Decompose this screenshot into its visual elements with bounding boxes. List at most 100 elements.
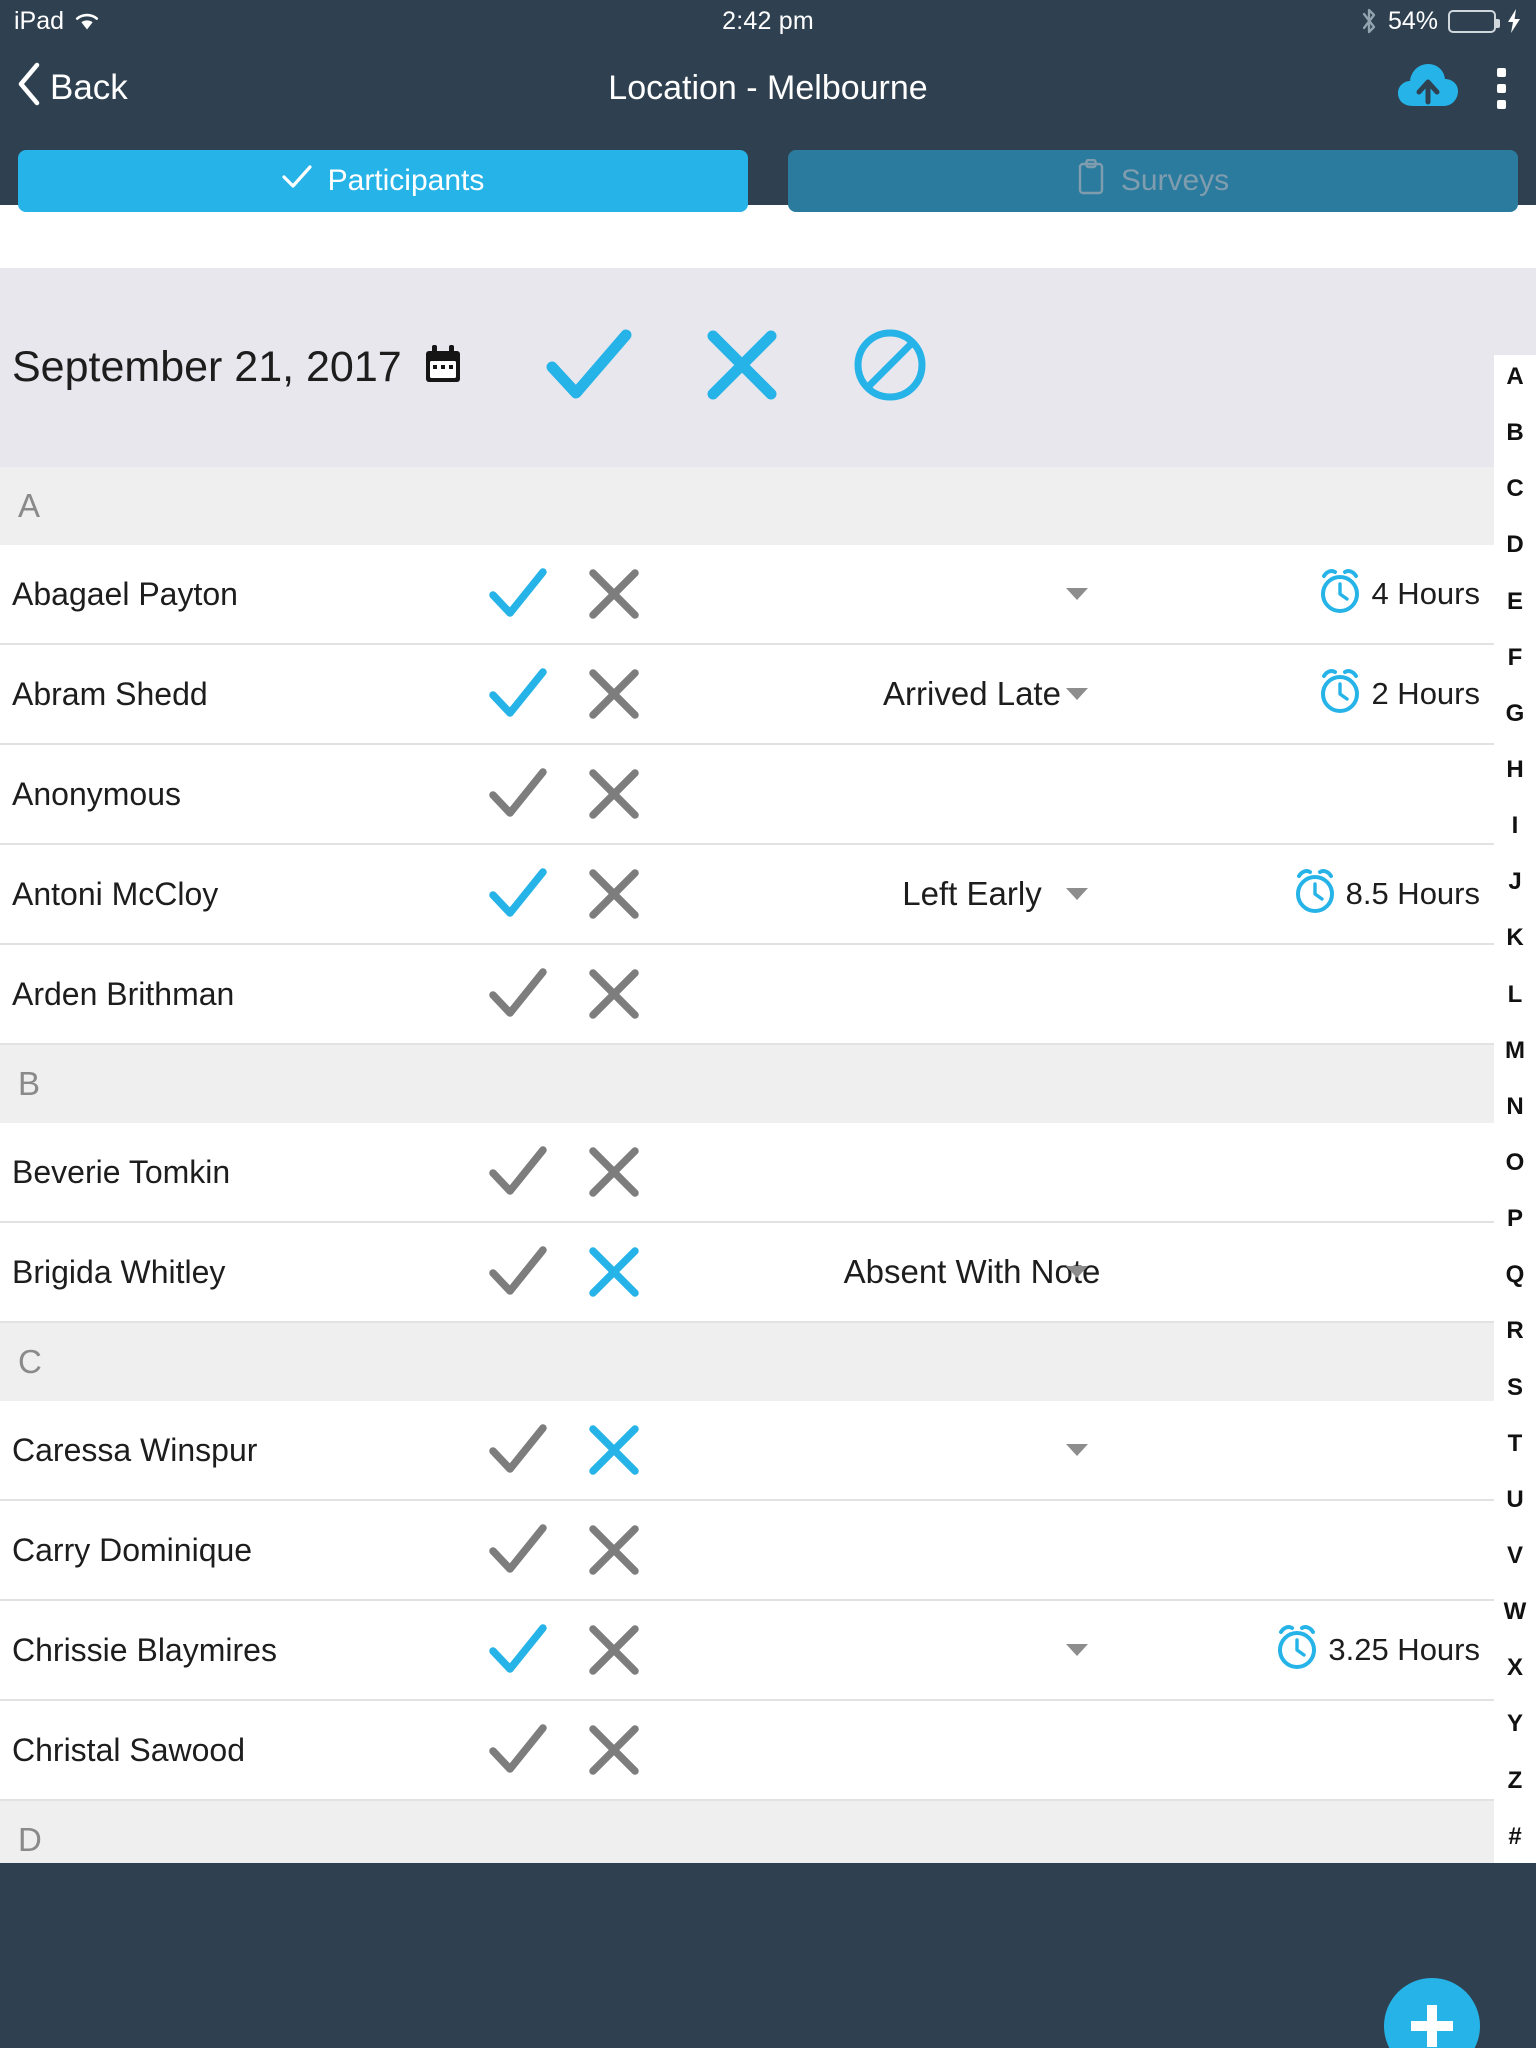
participant-name: Caressa Winspur [12,1431,258,1468]
index-letter-o[interactable]: O [1506,1150,1525,1175]
index-letter-v[interactable]: V [1507,1543,1523,1568]
present-check-icon[interactable] [470,968,566,1020]
hours-label: 4 Hours [1371,576,1480,611]
index-letter-y[interactable]: Y [1507,1712,1523,1736]
status-dropdown[interactable]: Left Early [662,845,1282,943]
status-dropdown[interactable] [662,1123,1282,1221]
index-letter-n[interactable]: N [1506,1094,1523,1119]
index-letter-hash[interactable]: # [1508,1824,1521,1849]
index-letter-w[interactable]: W [1504,1600,1527,1624]
participants-list[interactable]: A Abagael Payton 4 Hours Abram Shedd Arrived… [0,467,1494,1863]
index-letter-r[interactable]: R [1506,1319,1523,1343]
index-letter-q[interactable]: Q [1506,1263,1525,1287]
index-letter-e[interactable]: E [1507,589,1523,614]
clear-all-button[interactable] [852,327,928,408]
status-dropdown[interactable]: Absent With Note [662,1223,1282,1321]
table-row[interactable]: Brigida Whitley Absent With Note [0,1223,1494,1323]
present-check-icon[interactable] [470,1246,566,1298]
index-letter-z[interactable]: Z [1508,1768,1523,1793]
table-row[interactable]: Abagael Payton 4 Hours [0,545,1494,645]
absent-cross-icon[interactable] [566,1724,662,1776]
absent-cross-icon[interactable] [566,1246,662,1298]
index-letter-m[interactable]: M [1505,1038,1525,1063]
index-letter-d[interactable]: D [1506,533,1523,557]
date-header: September 21, 2017 [0,268,1536,467]
index-letter-f[interactable]: F [1508,645,1523,670]
hours-cell[interactable]: 2 Hours [1282,668,1494,721]
table-row[interactable]: Caressa Winspur [0,1401,1494,1501]
index-letter-l[interactable]: L [1508,982,1523,1007]
table-row[interactable]: Abram Shedd Arrived Late 2 Hours [0,645,1494,745]
absent-cross-icon[interactable] [566,868,662,920]
present-check-icon[interactable] [470,668,566,720]
hours-cell[interactable]: 8.5 Hours [1282,868,1494,921]
status-dropdown[interactable] [662,545,1282,643]
absent-cross-icon[interactable] [566,968,662,1020]
chevron-down-icon [1066,888,1088,900]
table-row[interactable]: Christal Sawood [0,1701,1494,1801]
hours-cell[interactable]: 4 Hours [1282,568,1494,621]
tab-surveys-label: Surveys [1120,164,1230,197]
status-dropdown[interactable] [662,1701,1282,1799]
absent-cross-icon[interactable] [566,1624,662,1676]
absent-cross-icon[interactable] [566,1524,662,1576]
status-dropdown[interactable] [662,1601,1282,1699]
absent-cross-icon[interactable] [566,1146,662,1198]
index-letter-j[interactable]: J [1508,870,1521,894]
status-dropdown[interactable] [662,745,1282,843]
present-check-icon[interactable] [470,568,566,620]
mark-all-absent-button[interactable] [706,329,778,406]
absent-cross-icon[interactable] [566,1424,662,1476]
index-letter-i[interactable]: I [1512,814,1519,838]
index-letter-k[interactable]: K [1506,926,1523,950]
mark-all-present-button[interactable] [546,329,632,406]
absent-cross-icon[interactable] [566,568,662,620]
add-participant-button[interactable] [1380,1978,1484,2048]
status-dropdown[interactable] [662,945,1282,1043]
alphabet-index-bar[interactable]: A B C D E F G H I J K L M N O P Q R S T U V W X Y Z # [1494,355,1536,1863]
table-row[interactable]: Anonymous [0,745,1494,845]
index-letter-t[interactable]: T [1508,1431,1523,1456]
index-letter-b[interactable]: B [1506,421,1523,445]
index-letter-x[interactable]: X [1507,1656,1523,1680]
present-check-icon[interactable] [470,1424,566,1476]
chevron-down-icon [1066,1444,1088,1456]
index-letter-c[interactable]: C [1506,477,1523,501]
index-letter-a[interactable]: A [1506,365,1523,389]
status-bar-time: 2:42 pm [722,6,814,35]
status-dropdown[interactable] [662,1501,1282,1599]
table-row[interactable]: Carry Dominique [0,1501,1494,1601]
table-row[interactable]: Chrissie Blaymires 3.25 Hours [0,1601,1494,1701]
back-button[interactable]: Back [0,62,128,115]
present-check-icon[interactable] [470,1624,566,1676]
absent-cross-icon[interactable] [566,768,662,820]
table-row[interactable]: Arden Brithman [0,945,1494,1045]
section-letter: C [18,1343,42,1380]
section-header-d: D [0,1801,1494,1863]
index-letter-h[interactable]: H [1506,757,1523,782]
present-check-icon[interactable] [470,1524,566,1576]
alarm-clock-icon [1295,868,1334,913]
cloud-upload-icon[interactable] [1397,62,1459,115]
index-letter-u[interactable]: U [1506,1487,1523,1512]
status-dropdown[interactable]: Arrived Late [662,645,1282,743]
more-vertical-icon[interactable] [1493,64,1510,113]
hours-label: 8.5 Hours [1345,876,1480,911]
hours-cell[interactable]: 3.25 Hours [1278,1624,1494,1677]
status-dropdown[interactable] [662,1401,1282,1499]
present-check-icon[interactable] [470,868,566,920]
table-row[interactable]: Beverie Tomkin [0,1123,1494,1223]
index-letter-p[interactable]: P [1507,1207,1523,1231]
table-row[interactable]: Antoni McCloy Left Early 8.5 Hours [0,845,1494,945]
tab-participants[interactable]: Participants [18,150,748,212]
absent-cross-icon[interactable] [566,668,662,720]
navigation-actions [1397,62,1536,115]
tab-surveys[interactable]: Surveys [788,150,1518,212]
present-check-icon[interactable] [470,768,566,820]
index-letter-g[interactable]: G [1506,701,1525,726]
check-icon [282,164,312,198]
present-check-icon[interactable] [470,1146,566,1198]
calendar-icon[interactable] [422,344,464,391]
present-check-icon[interactable] [470,1724,566,1776]
index-letter-s[interactable]: S [1507,1375,1523,1400]
